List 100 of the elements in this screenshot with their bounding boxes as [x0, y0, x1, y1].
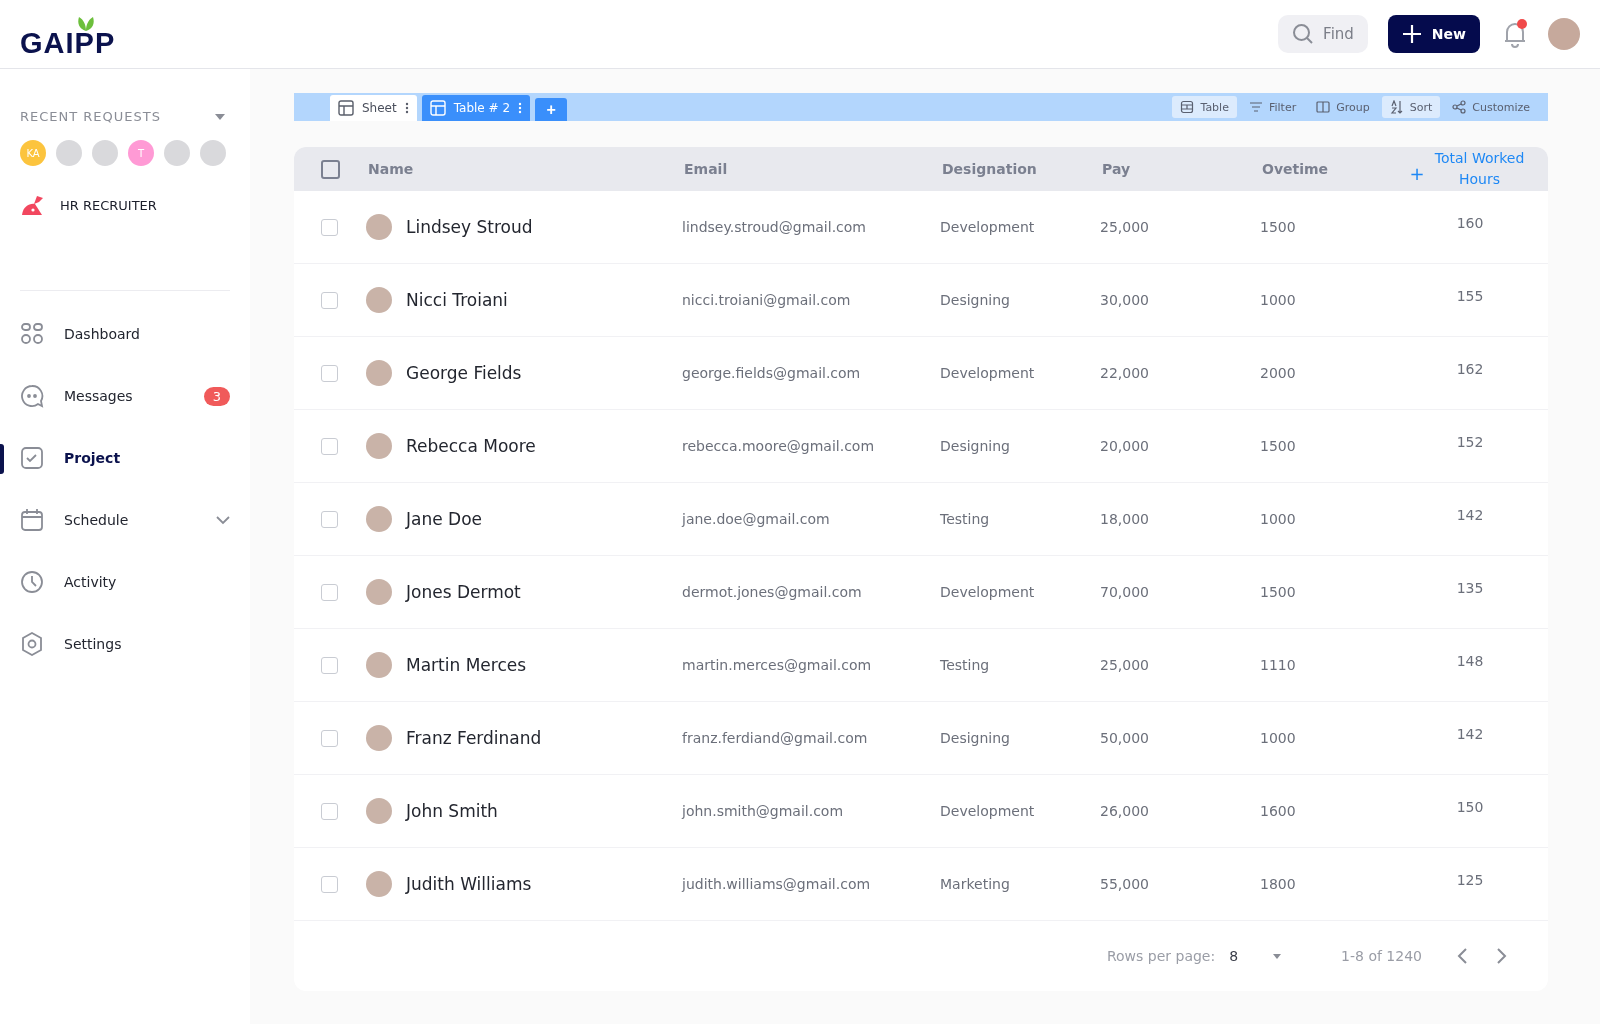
- search-icon: [1292, 23, 1315, 45]
- name-cell: Rebecca Moore: [406, 436, 536, 456]
- avatar: [366, 871, 392, 897]
- row-checkbox[interactable]: [321, 729, 338, 747]
- row-checkbox[interactable]: [321, 802, 338, 820]
- pay-cell-text: 25,000: [1100, 219, 1150, 235]
- designation-cell-text: Designing: [940, 438, 1011, 454]
- caret-icon: [1273, 953, 1282, 959]
- designation-cell-text: Designing: [940, 730, 1011, 746]
- hours-cell-text: 148: [1455, 653, 1485, 669]
- tab[interactable]: Sheet: [330, 95, 417, 121]
- avatar: [366, 433, 392, 459]
- designation-cell-text: Development: [940, 803, 1036, 819]
- overtime-cell-text: 1000: [1260, 511, 1297, 527]
- overtime-cell-text: 1000: [1260, 730, 1297, 746]
- nav-item[interactable]: Messages 3: [20, 365, 230, 427]
- pay-cell-text: 22,000: [1100, 365, 1150, 381]
- hours-cell-text: 142: [1455, 507, 1485, 523]
- tab[interactable]: Table # 2: [421, 95, 531, 121]
- toolbar-button[interactable]: Table: [1172, 96, 1237, 118]
- designation-cell-text: Development: [940, 365, 1036, 381]
- row-checkbox[interactable]: [321, 437, 338, 455]
- nav-item[interactable]: Dashboard: [20, 303, 230, 365]
- find-button[interactable]: Find: [1278, 15, 1368, 53]
- table-icon: [429, 100, 446, 116]
- toolbar-button[interactable]: Customize: [1444, 96, 1538, 118]
- name-cell: Franz Ferdinand: [406, 728, 542, 748]
- add-tab-button[interactable]: +: [535, 98, 568, 121]
- overtime-cell-text: 1110: [1260, 657, 1297, 673]
- designation-cell-text: Marketing: [940, 876, 1011, 892]
- email-cell-text: dermot.jones@gmail.com: [682, 584, 863, 600]
- dropdown-icon[interactable]: [214, 112, 226, 121]
- more-icon[interactable]: [404, 102, 409, 114]
- hours-cell-text: 155: [1455, 288, 1485, 304]
- name-cell: Jones Dermot: [406, 582, 521, 602]
- name-cell: Lindsey Stroud: [406, 217, 533, 237]
- pay-cell-text: 50,000: [1100, 730, 1150, 746]
- email-cell-text: john.smith@gmail.com: [682, 803, 845, 819]
- column-header[interactable]: Total Worked Hours: [1424, 148, 1535, 190]
- count-badge: 3: [203, 386, 230, 406]
- calendar-icon: [20, 508, 44, 532]
- row-checkbox[interactable]: [321, 218, 338, 236]
- avatar[interactable]: [56, 140, 82, 166]
- hours-cell-text: 152: [1455, 434, 1485, 450]
- designation-cell-text: Development: [940, 584, 1036, 600]
- name-cell: Judith Williams: [406, 874, 532, 894]
- next-page-icon[interactable]: [1496, 947, 1508, 965]
- hours-cell-text: 125: [1455, 872, 1485, 888]
- table-icon: [1180, 100, 1195, 114]
- row-checkbox[interactable]: [321, 291, 338, 309]
- page-range: 1-8 of 1240: [1341, 948, 1422, 964]
- name-cell: George Fields: [406, 363, 522, 383]
- nav-item[interactable]: Settings: [20, 613, 230, 675]
- row-checkbox[interactable]: [321, 656, 338, 674]
- row-checkbox[interactable]: [321, 583, 338, 601]
- row-checkbox[interactable]: [321, 510, 338, 528]
- rows-per-page-dropdown[interactable]: 8: [1229, 948, 1282, 964]
- bell-icon[interactable]: [1502, 19, 1528, 49]
- row-checkbox[interactable]: [321, 364, 338, 382]
- more-icon[interactable]: [518, 102, 523, 114]
- clock-icon: [20, 570, 44, 594]
- email-cell-text: martin.merces@gmail.com: [682, 657, 873, 673]
- toolbar-button[interactable]: Sort: [1381, 96, 1441, 118]
- select-all-checkbox[interactable]: [321, 159, 340, 179]
- pay-cell-text: 30,000: [1100, 292, 1150, 308]
- hours-cell-text: 160: [1455, 215, 1485, 231]
- sort-icon: [1389, 100, 1404, 114]
- pay-cell-text: 20,000: [1100, 438, 1150, 454]
- avatar[interactable]: [200, 140, 226, 166]
- name-cell: Nicci Troiani: [406, 290, 508, 310]
- toolbar-button[interactable]: Group: [1308, 96, 1378, 118]
- avatar[interactable]: [92, 140, 118, 166]
- avatar: [366, 798, 392, 824]
- logo-text: GAIPP: [20, 26, 116, 60]
- email-cell-text: george.fields@gmail.com: [682, 365, 862, 381]
- avatar: [366, 725, 392, 751]
- overtime-cell-text: 1500: [1260, 219, 1297, 235]
- add-icon[interactable]: +: [1409, 162, 1425, 184]
- nav-item[interactable]: Activity: [20, 551, 230, 613]
- column-header: Ovetime: [1262, 161, 1330, 177]
- previous-page-icon[interactable]: [1456, 947, 1468, 965]
- columns-icon: [1316, 100, 1331, 114]
- email-cell-text: nicci.troiani@gmail.com: [682, 292, 852, 308]
- hours-cell-text: 135: [1455, 580, 1485, 596]
- toolbar-button[interactable]: Filter: [1240, 96, 1305, 118]
- nav-item[interactable]: Schedule: [20, 489, 230, 551]
- email-cell-text: rebecca.moore@gmail.com: [682, 438, 876, 454]
- plus-icon: [1401, 24, 1422, 44]
- avatar: [366, 579, 392, 605]
- pay-cell-text: 25,000: [1100, 657, 1150, 673]
- avatar[interactable]: [164, 140, 190, 166]
- pay-cell-text: 70,000: [1100, 584, 1150, 600]
- avatar: [366, 360, 392, 386]
- share-icon: [1452, 100, 1467, 114]
- designation-cell-text: Designing: [940, 292, 1011, 308]
- row-checkbox[interactable]: [321, 875, 338, 893]
- new-button[interactable]: New: [1387, 15, 1480, 53]
- column-header: Name: [368, 161, 415, 177]
- section-title: RECENT REQUESTS: [20, 109, 161, 124]
- user-avatar[interactable]: [1548, 18, 1580, 50]
